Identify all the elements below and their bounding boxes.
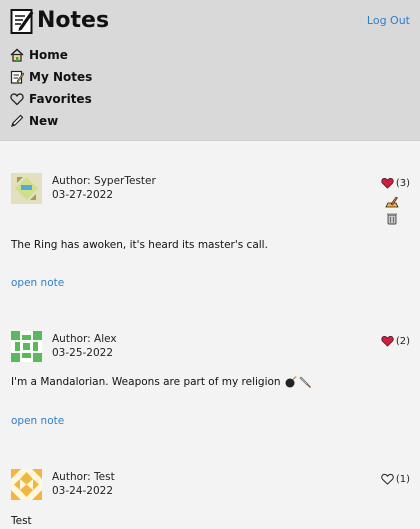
bomb-icon — [285, 376, 297, 388]
note-card: Author: Alex 03-25-2022 (2) I'm a Mandal… — [0, 323, 420, 443]
heart-filled-icon — [381, 336, 394, 347]
nav-item-label: My Notes — [29, 70, 93, 84]
nav-item-favorites[interactable]: Favorites — [10, 88, 92, 110]
like-count: (3) — [395, 177, 410, 189]
dagger-icon — [299, 376, 311, 388]
like-button[interactable]: (1) — [381, 473, 410, 485]
edit-icon[interactable] — [385, 195, 399, 209]
note-card: Author: Test 03-24-2022 (1) Test — [0, 461, 420, 529]
note-text: I'm a Mandalorian. Weapons are part of m… — [11, 376, 281, 388]
open-note-link[interactable]: open note — [11, 277, 64, 289]
logout-link[interactable]: Log Out — [367, 14, 410, 27]
avatar[interactable] — [11, 173, 42, 204]
note-date: 03-25-2022 — [52, 347, 114, 359]
note-author: Author: Alex — [52, 333, 117, 345]
open-note-link[interactable]: open note — [11, 415, 64, 427]
nav-item-home[interactable]: Home — [10, 44, 92, 66]
note-author: Author: Test — [52, 471, 115, 483]
nav-item-new[interactable]: New — [10, 110, 92, 132]
avatar[interactable] — [11, 469, 42, 500]
like-button[interactable]: (2) — [381, 335, 410, 347]
brand[interactable]: Notes — [10, 7, 109, 35]
like-count: (2) — [395, 335, 410, 347]
note-author: Author: SyperTester — [52, 175, 156, 187]
heart-outline-icon — [10, 92, 24, 106]
heart-outline-icon — [381, 473, 394, 485]
note-date: 03-27-2022 — [52, 189, 114, 201]
note-text: The Ring has awoken, it's heard its mast… — [11, 239, 268, 251]
like-button[interactable]: (3) — [381, 177, 410, 189]
nav-item-my-notes[interactable]: My Notes — [10, 66, 92, 88]
app-header: Notes Log Out Home My Notes Favorites Ne… — [0, 0, 420, 141]
main-nav: Home My Notes Favorites New — [10, 44, 92, 132]
nav-item-label: Home — [29, 48, 68, 62]
home-icon — [10, 48, 24, 62]
note-text-row: I'm a Mandalorian. Weapons are part of m… — [11, 376, 311, 388]
like-count: (1) — [395, 473, 410, 485]
pen-icon — [10, 114, 24, 128]
avatar[interactable] — [11, 331, 42, 362]
notepad-logo-icon — [10, 9, 34, 34]
note-date: 03-24-2022 — [52, 485, 114, 497]
trash-icon[interactable] — [385, 211, 399, 225]
heart-filled-icon — [381, 178, 394, 189]
nav-item-label: New — [29, 114, 59, 128]
nav-item-label: Favorites — [29, 92, 92, 106]
note-card: Author: SyperTester 03-27-2022 (3) The R… — [0, 165, 420, 295]
app-title: Notes — [37, 8, 110, 33]
notepad-icon — [10, 70, 24, 84]
note-text: Test — [11, 515, 32, 527]
